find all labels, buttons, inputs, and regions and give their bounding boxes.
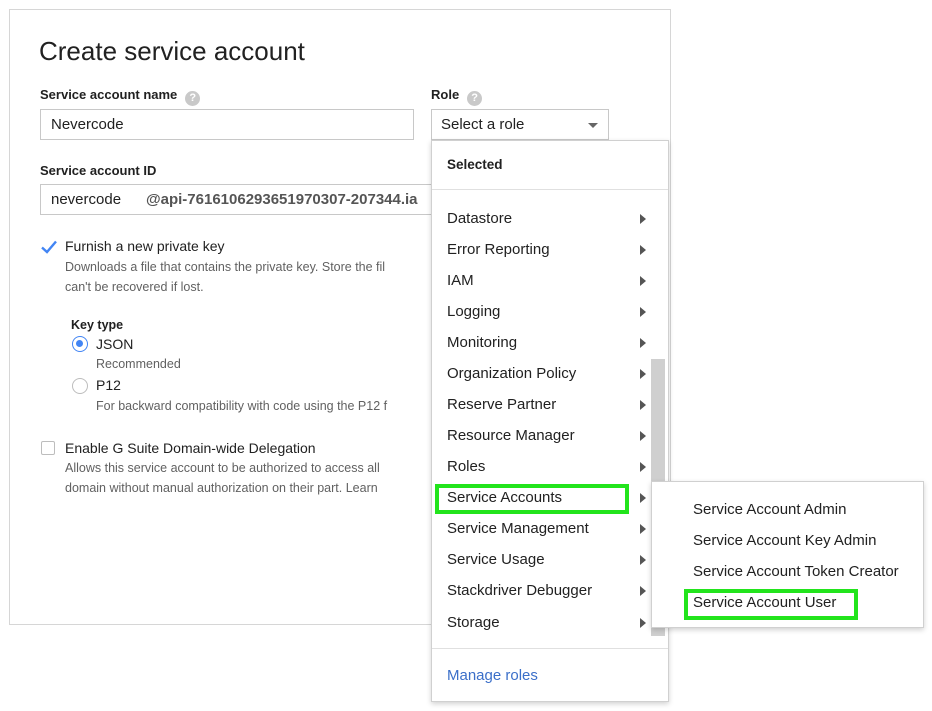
service-account-name-input[interactable]: Nevercode xyxy=(40,109,414,140)
service-account-name-label: Service account name? xyxy=(40,87,201,106)
menu-item-label: Error Reporting xyxy=(447,241,550,258)
help-icon[interactable]: ? xyxy=(185,91,201,106)
menu-item-datastore[interactable]: Datastore xyxy=(432,203,654,234)
role-label-text: Role xyxy=(431,87,460,102)
menu-item-storage[interactable]: Storage xyxy=(432,607,654,638)
menu-item-organization-policy[interactable]: Organization Policy xyxy=(432,358,654,389)
furnish-private-key-description-2: can't be recovered if lost. xyxy=(65,280,204,294)
submenu-item-service-account-key-admin[interactable]: Service Account Key Admin xyxy=(693,532,876,549)
menu-item-label: Logging xyxy=(447,303,501,320)
menu-item-iam[interactable]: IAM xyxy=(432,265,654,296)
menu-divider xyxy=(432,648,668,649)
manage-roles-link[interactable]: Manage roles xyxy=(447,667,538,684)
menu-item-label: IAM xyxy=(447,272,474,289)
menu-item-monitoring[interactable]: Monitoring xyxy=(432,327,654,358)
delegation-description-1: Allows this service account to be author… xyxy=(65,461,380,475)
json-radio[interactable] xyxy=(72,336,88,352)
service-account-name-label-text: Service account name xyxy=(40,87,178,102)
highlight-service-accounts xyxy=(435,484,629,514)
menu-divider xyxy=(432,189,668,190)
chevron-right-icon xyxy=(640,245,646,255)
chevron-right-icon xyxy=(640,369,646,379)
delegation-checkbox[interactable] xyxy=(41,441,55,455)
chevron-right-icon xyxy=(640,276,646,286)
menu-item-label: Storage xyxy=(447,614,500,631)
menu-item-label: Service Management xyxy=(447,520,589,537)
highlight-service-account-user xyxy=(684,589,858,620)
menu-item-error-reporting[interactable]: Error Reporting xyxy=(432,234,654,265)
json-option-description: Recommended xyxy=(96,357,181,371)
menu-item-label: Roles xyxy=(447,458,486,475)
p12-option-description: For backward compatibility with code usi… xyxy=(96,399,388,413)
menu-selected-header: Selected xyxy=(447,157,503,172)
furnish-private-key-label: Furnish a new private key xyxy=(65,238,225,254)
menu-item-service-usage[interactable]: Service Usage xyxy=(432,544,654,575)
role-dropdown-menu: Selected Datastore Error Reporting IAM L… xyxy=(431,140,669,702)
menu-item-label: Service Usage xyxy=(447,551,545,568)
menu-item-label: Datastore xyxy=(447,210,513,227)
menu-item-label: Reserve Partner xyxy=(447,396,557,413)
service-account-id-value: nevercode xyxy=(51,191,122,208)
submenu-item-service-account-token-creator[interactable]: Service Account Token Creator xyxy=(693,563,899,580)
p12-radio[interactable] xyxy=(72,378,88,394)
menu-item-resource-manager[interactable]: Resource Manager xyxy=(432,420,654,451)
dropdown-arrow-icon xyxy=(588,123,598,128)
chevron-right-icon xyxy=(640,586,646,596)
chevron-right-icon xyxy=(640,431,646,441)
chevron-right-icon xyxy=(640,618,646,628)
json-option-label: JSON xyxy=(96,336,134,352)
menu-item-label: Organization Policy xyxy=(447,365,577,382)
furnish-private-key-description-1: Downloads a file that contains the priva… xyxy=(65,260,386,274)
role-select-value: Select a role xyxy=(441,116,525,133)
menu-item-reserve-partner[interactable]: Reserve Partner xyxy=(432,389,654,420)
service-account-id-label: Service account ID xyxy=(40,163,157,178)
p12-option-label: P12 xyxy=(96,377,121,393)
chevron-right-icon xyxy=(640,338,646,348)
checkmark-icon[interactable] xyxy=(40,238,58,256)
menu-item-roles[interactable]: Roles xyxy=(432,451,654,482)
chevron-right-icon xyxy=(640,307,646,317)
service-account-id-input[interactable]: nevercode @api-7616106293651970307-20734… xyxy=(40,184,432,215)
menu-item-service-management[interactable]: Service Management xyxy=(432,513,654,544)
chevron-right-icon xyxy=(640,400,646,410)
chevron-right-icon xyxy=(640,555,646,565)
chevron-right-icon xyxy=(640,524,646,534)
help-icon[interactable]: ? xyxy=(467,91,483,106)
menu-item-label: Resource Manager xyxy=(447,427,575,444)
submenu-item-service-account-admin[interactable]: Service Account Admin xyxy=(693,501,846,518)
key-type-label: Key type xyxy=(71,318,124,332)
service-account-id-suffix: @api-7616106293651970307-207344.ia xyxy=(146,191,418,208)
menu-item-label: Monitoring xyxy=(447,334,518,351)
chevron-right-icon xyxy=(640,493,646,503)
chevron-right-icon xyxy=(640,462,646,472)
menu-item-stackdriver-debugger[interactable]: Stackdriver Debugger xyxy=(432,575,654,606)
delegation-label: Enable G Suite Domain-wide Delegation xyxy=(65,440,316,456)
role-select[interactable]: Select a role xyxy=(431,109,609,140)
delegation-description-2: domain without manual authorization on t… xyxy=(65,481,378,495)
chevron-right-icon xyxy=(640,214,646,224)
page-title: Create service account xyxy=(39,36,305,66)
role-label: Role? xyxy=(431,87,483,106)
menu-item-logging[interactable]: Logging xyxy=(432,296,654,327)
menu-item-label: Stackdriver Debugger xyxy=(447,582,593,599)
